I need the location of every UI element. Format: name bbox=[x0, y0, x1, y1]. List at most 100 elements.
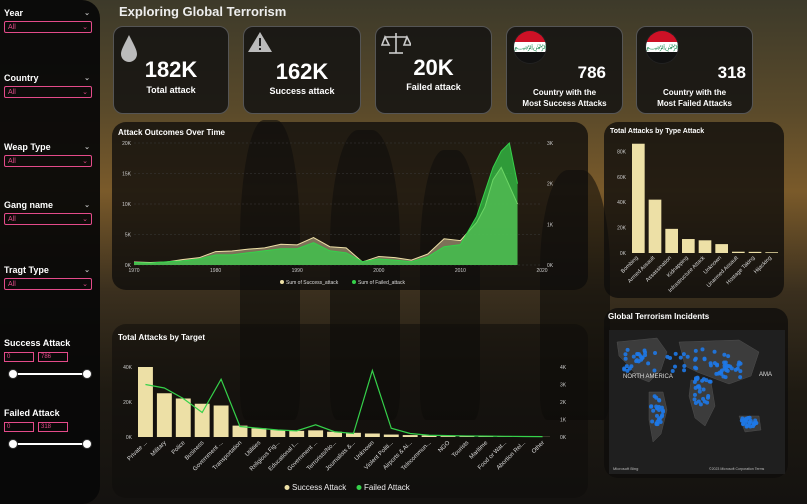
slider-max-handle[interactable] bbox=[82, 369, 92, 379]
slider-min-handle[interactable] bbox=[8, 439, 18, 449]
total-attack-card[interactable]: 182K Total attack bbox=[113, 26, 229, 114]
country-failed-label-line1: Country with the bbox=[662, 88, 727, 97]
x-tick-label: Hijacking bbox=[753, 255, 773, 275]
success-max-input[interactable]: 786 bbox=[38, 352, 68, 362]
incident-dot bbox=[719, 370, 724, 375]
incident-dot bbox=[722, 363, 727, 368]
x-tick-label: Utilities bbox=[244, 440, 262, 458]
country-success-value: 786 bbox=[577, 63, 606, 82]
map-attribution: ©2023 Microsoft Corporation Terms bbox=[709, 467, 764, 471]
incident-dot bbox=[649, 404, 654, 409]
type-bar bbox=[765, 252, 778, 253]
weapon-dropdown[interactable]: All ⌄ bbox=[4, 155, 92, 167]
incident-dot bbox=[682, 368, 687, 373]
gang-dropdown[interactable]: All ⌄ bbox=[4, 213, 92, 225]
x-tick-label: Other bbox=[531, 440, 546, 455]
iraq-flag-icon: ﷽ bbox=[645, 30, 679, 64]
incident-dot bbox=[692, 397, 697, 402]
incident-dot bbox=[747, 415, 752, 420]
x-tick-label: NGO bbox=[438, 440, 452, 454]
country-dropdown[interactable]: All ⌄ bbox=[4, 86, 92, 98]
country-success-label-line2: Most Success Attacks bbox=[522, 99, 607, 108]
type-bar-chart: 0K20K40K60K80KBombingArmed AssaultAssass… bbox=[617, 143, 778, 294]
y2-tick-label: 1K bbox=[547, 222, 554, 228]
incident-dot bbox=[627, 366, 632, 371]
slider-min-handle[interactable] bbox=[8, 369, 18, 379]
x-tick-label: Police bbox=[171, 440, 187, 456]
incident-dot bbox=[623, 352, 628, 357]
incident-dot bbox=[722, 352, 727, 357]
chevron-down-icon[interactable]: ⌄ bbox=[84, 9, 90, 17]
legend-marker bbox=[356, 485, 362, 490]
y2-tick-label: 2K bbox=[560, 400, 567, 406]
continent-shape bbox=[678, 339, 760, 385]
incident-dot bbox=[652, 368, 657, 373]
failed-attack-card[interactable]: 20K Failed attack bbox=[375, 26, 492, 114]
incident-dot bbox=[708, 363, 713, 368]
x-tick-label: Military bbox=[150, 440, 168, 458]
x-tick-label: 1980 bbox=[210, 268, 221, 274]
incident-dot bbox=[654, 413, 659, 418]
target-bar bbox=[156, 393, 172, 437]
country-failed-value: 318 bbox=[717, 63, 746, 82]
chevron-down-icon[interactable]: ⌄ bbox=[84, 201, 90, 209]
target-bar bbox=[383, 434, 399, 437]
scales-icon bbox=[381, 33, 411, 54]
year-label: Year bbox=[4, 8, 24, 18]
weapon-value: All bbox=[8, 157, 16, 165]
year-dropdown[interactable]: All ⌄ bbox=[4, 21, 92, 33]
x-tick-label: 2020 bbox=[536, 268, 547, 274]
target-panel: Total Attacks by Target 0K 20K 40K 0K 1K 2K 3K… bbox=[112, 324, 588, 498]
success-attack-value: 162K bbox=[275, 59, 329, 84]
chevron-down-icon[interactable]: ⌄ bbox=[84, 143, 90, 151]
y-tick-label: 0K bbox=[126, 435, 133, 441]
y-tick-label: 20K bbox=[123, 400, 133, 406]
target-dropdown[interactable]: All ⌄ bbox=[4, 278, 92, 290]
incident-dot bbox=[693, 348, 698, 353]
failed-min-input[interactable]: 0 bbox=[4, 422, 34, 432]
country-failed-card[interactable]: ﷽ 318 Country with the Most Failed Attac… bbox=[636, 26, 753, 114]
x-tick-label: 2010 bbox=[455, 268, 466, 274]
chevron-down-icon: ⌄ bbox=[82, 216, 88, 223]
legend-label: Success Attack bbox=[292, 483, 347, 492]
failed-range-slider[interactable] bbox=[8, 439, 92, 449]
incident-dot bbox=[700, 378, 705, 383]
legend-label: Sum of Success_attack bbox=[286, 280, 339, 286]
x-tick-label: 1990 bbox=[292, 268, 303, 274]
incident-dot bbox=[631, 354, 636, 359]
incident-dot bbox=[726, 354, 731, 359]
success-attack-card[interactable]: 162K Success attack bbox=[243, 26, 361, 114]
slider-max-handle[interactable] bbox=[82, 439, 92, 449]
success-min-input[interactable]: 0 bbox=[4, 352, 34, 362]
success-range-slider[interactable] bbox=[8, 369, 92, 379]
incident-dot bbox=[659, 414, 664, 419]
incident-dot bbox=[737, 360, 742, 365]
incident-dot bbox=[695, 384, 700, 389]
y-tick-label: 0K bbox=[620, 251, 627, 257]
incident-dot bbox=[706, 394, 711, 399]
gang-value: All bbox=[8, 215, 16, 223]
incident-dot bbox=[682, 363, 687, 368]
y-tick-label: 15K bbox=[122, 172, 132, 178]
incident-dot bbox=[735, 366, 740, 371]
y-tick-label: 20K bbox=[122, 141, 132, 147]
map-brand-label: Microsoft Bing bbox=[613, 466, 638, 471]
type-bar bbox=[632, 143, 645, 253]
x-tick-label: Private ... bbox=[127, 440, 149, 462]
country-success-card[interactable]: ﷽ 786 Country with the Most Success Atta… bbox=[506, 26, 623, 114]
map-panel: Global Terrorism Incidents NORTH AMERICA… bbox=[604, 308, 788, 478]
y-tick-label: 40K bbox=[123, 365, 133, 371]
chevron-down-icon[interactable]: ⌄ bbox=[84, 74, 90, 82]
weapon-filter: Weap Type ⌄ All ⌄ bbox=[4, 142, 96, 167]
type-bar bbox=[715, 244, 728, 253]
failed-max-input[interactable]: 318 bbox=[38, 422, 68, 432]
incident-dot bbox=[752, 421, 757, 426]
incident-dot bbox=[697, 389, 702, 394]
world-map[interactable]: NORTH AMERICA AMA Microsoft Bing ©2023 Micr… bbox=[609, 330, 785, 474]
y2-tick-label: 0K bbox=[547, 263, 554, 269]
chevron-down-icon[interactable]: ⌄ bbox=[84, 266, 90, 274]
success-range-label: Success Attack bbox=[4, 338, 71, 348]
legend-label: Failed Attack bbox=[364, 483, 411, 492]
legend-marker bbox=[352, 280, 356, 284]
target-value: All bbox=[8, 280, 16, 288]
